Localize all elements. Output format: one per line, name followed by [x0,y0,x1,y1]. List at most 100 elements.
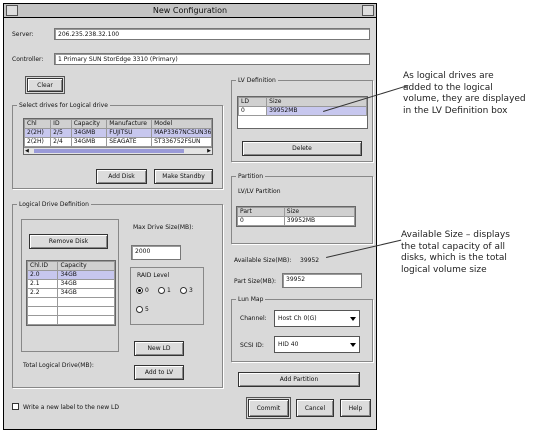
col-header-capacity[interactable]: Capacity [57,261,115,271]
table-row[interactable]: 0 39952MB [237,106,367,116]
table-row[interactable]: 2.0 34GB [26,270,115,280]
chevron-down-icon[interactable] [350,316,356,321]
cell: 34GMB [70,128,108,138]
raid-3-option[interactable]: 3 [180,287,193,294]
channel-select[interactable]: Host Ch 0(G) [274,310,360,327]
cell: 0 [237,216,285,226]
lv-definition-table: LD Size 0 39952MB [237,96,368,129]
col-header-ld[interactable]: LD [237,97,268,107]
ld-disks-table: Chl.ID Capacity 2.0 34GB 2.1 34GB 2.2 34… [26,260,116,326]
cell: 39952MB [283,216,356,226]
table-row[interactable]: 0 39952MB [237,216,356,226]
server-label: Server: [12,31,34,38]
available-size-label: Available Size(MB): [234,257,292,264]
cell: 34GB [57,279,115,289]
commit-button[interactable]: Commit [246,397,291,419]
raid-1-option[interactable]: 1 [158,287,171,294]
table-row [26,297,115,307]
raid-5-option[interactable]: 5 [136,306,149,313]
scroll-right-icon[interactable]: ▶ [207,149,211,154]
lv-partition-label: LV/LV Partition [238,188,281,195]
raid-0-radio[interactable] [136,287,143,294]
col-header-model[interactable]: Model [151,119,212,129]
raid-5-radio[interactable] [136,306,143,313]
scroll-left-icon[interactable]: ◀ [25,149,29,154]
controller-field[interactable]: 1 Primary SUN StorEdge 3310 (Primary) [54,53,370,65]
write-label-checkbox[interactable] [12,403,19,410]
max-drive-size-input[interactable]: 2000 [131,245,181,260]
table-row [26,315,115,325]
table-row[interactable]: 2.2 34GB [26,288,115,298]
server-field[interactable]: 206.235.238.32.100 [54,28,370,40]
col-header-capacity[interactable]: Capacity [70,119,108,129]
new-configuration-window: New Configuration Server: 206.235.238.32… [3,3,377,430]
annotation-line: disks, which is the total [401,253,507,263]
channel-label: Channel: [240,315,267,322]
make-standby-button[interactable]: Make Standby [154,169,213,184]
close-icon[interactable] [362,5,374,16]
annotation-line: Available Size – displays [401,230,510,240]
table-row[interactable]: 2(2H) 2/4 34GMB SEAGATE ST336752FSUN [23,137,212,147]
add-to-lv-button[interactable]: Add to LV [134,365,184,380]
col-header-chl[interactable]: Chl [23,119,52,129]
col-header-chl-id[interactable]: Chl.ID [26,261,59,271]
horizontal-scrollbar[interactable]: ◀ ▶ [24,147,212,154]
col-header-id[interactable]: ID [50,119,72,129]
annotation-line: the total capacity of all [401,241,505,252]
part-size-label: Part Size(MB): [234,278,277,285]
cell: 0 [237,106,268,116]
annotation-line: added to the logical [403,82,493,93]
cell: 2.2 [26,288,59,298]
cell: 34GMB [70,137,108,147]
cell: 2(2H) [23,137,52,147]
lv-definition-title: LV Definition [236,77,278,84]
add-disk-button[interactable]: Add Disk [96,169,147,184]
partition-title: Partition [236,173,266,180]
cell: FUJITSU [106,128,153,138]
delete-button[interactable]: Delete [242,141,362,156]
new-ld-button[interactable]: New LD [134,341,184,356]
table-row [26,306,115,316]
logical-drive-definition-title: Logical Drive Definition [17,201,91,208]
cell: SEAGATE [106,137,153,147]
drives-table: Chl ID Capacity Manufacture Model 2(2H) … [23,118,213,155]
cell: 2.0 [26,270,59,280]
help-button[interactable]: Help [340,399,371,417]
part-size-input[interactable]: 39952 [282,273,362,288]
cell: ST336752FSUN [151,137,212,147]
window-title: New Configuration [152,6,228,15]
select-drives-title: Select drives for Logical drive [17,102,110,109]
remove-disk-button[interactable]: Remove Disk [29,234,108,249]
raid-level-box: RAID Level 0 1 3 5 [130,267,204,325]
raid-0-option[interactable]: 0 [136,287,149,294]
chevron-down-icon[interactable] [350,342,356,347]
col-header-part[interactable]: Part [237,207,285,217]
cancel-button[interactable]: Cancel [296,399,334,417]
cell: 2.1 [26,279,59,289]
cell: 2(2H) [23,128,52,138]
lv-definition-group: LV Definition LD Size 0 39952MB Delete [231,77,373,162]
partition-table: Part Size 0 39952MB [236,206,356,227]
scroll-thumb[interactable] [34,149,184,153]
logical-drive-definition-group: Logical Drive Definition Remove Disk Chl… [12,201,223,388]
table-row[interactable]: 2(2H) 2/5 34GMB FUJITSU MAP3367NCSUN36 [23,128,212,138]
clear-button[interactable]: Clear [25,76,65,94]
raid-1-radio[interactable] [158,287,165,294]
cell: MAP3367NCSUN36 [151,128,212,138]
available-size-value: 39952 [300,257,320,264]
cell: 34GB [57,270,115,280]
lun-map-group: Lun Map Channel: Host Ch 0(G) SCSI ID: H… [231,296,373,362]
max-drive-size-label: Max Drive Size(MB): [133,224,194,231]
cell: 34GB [57,288,115,298]
scsi-id-select[interactable]: HID 40 [274,336,360,353]
table-row[interactable]: 2.1 34GB [26,279,115,289]
lv-annotation: As logical drives are added to the logic… [403,71,526,117]
col-header-size[interactable]: Size [283,207,356,217]
total-logical-drive-label: Total Logical Drive(MB): [23,362,94,369]
raid-3-radio[interactable] [180,287,187,294]
lun-map-title: Lun Map [236,296,266,303]
annotation-line: in the LV Definition box [403,105,508,116]
col-header-manufacture[interactable]: Manufacture [106,119,153,129]
add-partition-button[interactable]: Add Partition [238,372,360,387]
annotation-line: logical volume size [401,264,487,275]
